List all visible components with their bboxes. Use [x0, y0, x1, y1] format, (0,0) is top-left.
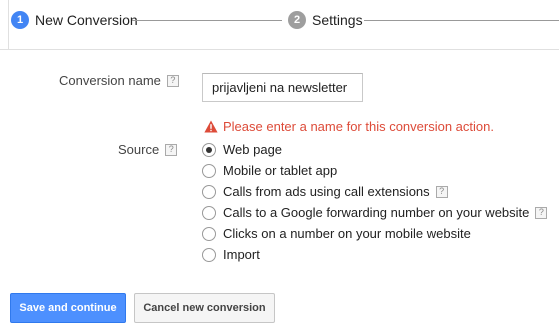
step-new-conversion: 1 New Conversion	[11, 9, 138, 31]
step-label-new-conversion: New Conversion	[35, 12, 138, 28]
source-option-label: Mobile or tablet app	[223, 163, 338, 178]
radio-button[interactable]	[202, 247, 216, 262]
source-option-label: Clicks on a number on your mobile websit…	[223, 226, 471, 241]
source-option-label: Calls from ads using call extensions	[223, 184, 430, 199]
step-settings: 2 Settings	[288, 9, 363, 31]
source-option-mobile-app[interactable]: Mobile or tablet app	[202, 163, 337, 178]
source-option-call-extensions[interactable]: Calls from ads using call extensions ?	[202, 184, 448, 199]
source-label: Source ?	[118, 142, 178, 157]
step-connector-trailing	[364, 20, 559, 21]
stepper-divider	[8, 0, 9, 50]
source-option-forwarding-number[interactable]: Calls to a Google forwarding number on y…	[202, 205, 548, 220]
conversion-name-label: Conversion name ?	[59, 73, 179, 88]
help-icon[interactable]: ?	[535, 206, 548, 219]
warning-icon	[204, 120, 218, 133]
source-option-label: Import	[223, 247, 260, 262]
conversion-name-label-text: Conversion name	[59, 73, 161, 88]
source-option-import[interactable]: Import	[202, 247, 260, 262]
step-number-2: 2	[288, 11, 306, 29]
step-number-1: 1	[11, 11, 29, 29]
source-option-mobile-website-clicks[interactable]: Clicks on a number on your mobile websit…	[202, 226, 471, 241]
radio-button[interactable]	[202, 184, 216, 199]
radio-button[interactable]	[202, 142, 216, 157]
help-icon[interactable]: ?	[435, 185, 448, 198]
step-connector	[132, 20, 282, 21]
error-message: Please enter a name for this conversion …	[204, 119, 494, 134]
source-label-text: Source	[118, 142, 160, 157]
error-text: Please enter a name for this conversion …	[223, 119, 494, 134]
source-option-label: Calls to a Google forwarding number on y…	[223, 205, 530, 220]
radio-button[interactable]	[202, 226, 216, 241]
help-icon[interactable]: ?	[165, 143, 178, 156]
help-icon[interactable]: ?	[166, 74, 179, 87]
stepper-header: 1 New Conversion 2 Settings	[0, 0, 559, 50]
radio-button[interactable]	[202, 205, 216, 220]
save-and-continue-button[interactable]: Save and continue	[10, 293, 126, 323]
radio-button[interactable]	[202, 163, 216, 178]
step-label-settings: Settings	[312, 12, 363, 28]
conversion-name-input[interactable]	[202, 73, 363, 102]
source-option-web-page[interactable]: Web page	[202, 142, 282, 157]
source-option-label: Web page	[223, 142, 283, 157]
cancel-new-conversion-button[interactable]: Cancel new conversion	[134, 293, 275, 323]
